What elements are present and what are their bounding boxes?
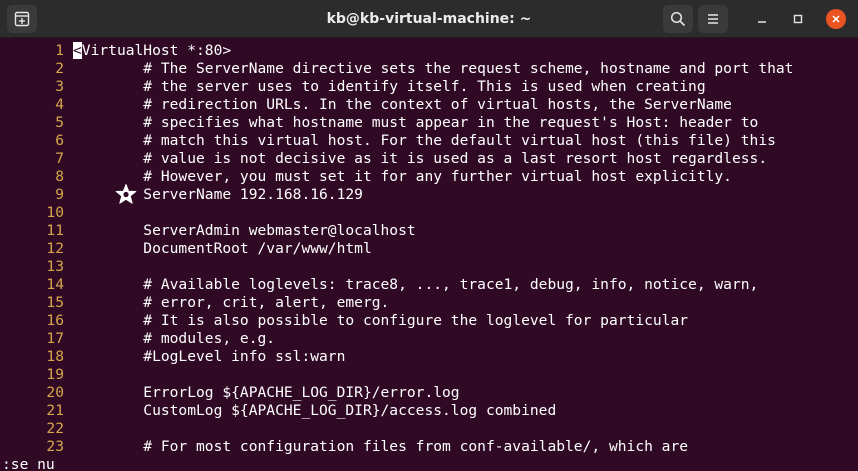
editor-line[interactable]: 2 # The ServerName directive sets the re…	[0, 60, 793, 78]
line-text: ErrorLog ${APACHE_LOG_DIR}/error.log	[73, 384, 460, 401]
line-number: 17	[46, 330, 64, 347]
line-number: 9	[55, 186, 64, 203]
command-line[interactable]: :se nu	[2, 456, 55, 471]
line-text: # For most configuration files from conf…	[73, 438, 689, 455]
menu-button[interactable]	[698, 5, 728, 33]
line-text: # It is also possible to configure the l…	[73, 312, 689, 329]
line-number: 20	[46, 384, 64, 401]
editor-line[interactable]: 22	[0, 420, 73, 438]
maximize-button[interactable]	[788, 9, 808, 29]
line-number: 10	[46, 204, 64, 221]
editor-line[interactable]: 1 <VirtualHost *:80>	[0, 42, 231, 60]
line-number: 12	[46, 240, 64, 257]
line-text: # However, you must set it for any furth…	[73, 168, 732, 185]
line-number: 18	[46, 348, 64, 365]
editor-line[interactable]: 18 #LogLevel info ssl:warn	[0, 348, 345, 366]
line-text: # The ServerName directive sets the requ…	[73, 60, 794, 77]
line-number: 1	[55, 42, 64, 59]
line-text: VirtualHost *:80>	[81, 42, 232, 59]
cursor: <	[73, 42, 82, 59]
editor-line[interactable]: 7 # value is not decisive as it is used …	[0, 150, 767, 168]
line-number: 22	[46, 420, 64, 437]
window-title: kb@kb-virtual-machine: ~	[326, 11, 532, 27]
editor-line[interactable]: 14 # Available loglevels: trace8, ..., t…	[0, 276, 758, 294]
editor-line[interactable]: 16 # It is also possible to configure th…	[0, 312, 688, 330]
line-text: # Available loglevels: trace8, ..., trac…	[73, 276, 759, 293]
line-number: 11	[46, 222, 64, 239]
line-text: # the server uses to identify itself. Th…	[73, 78, 706, 95]
editor-line[interactable]: 23 # For most configuration files from c…	[0, 438, 688, 456]
line-number: 4	[55, 96, 64, 113]
editor-line[interactable]: 15 # error, crit, alert, emerg.	[0, 294, 389, 312]
line-number: 6	[55, 132, 64, 149]
terminal-content[interactable]: 1 <VirtualHost *:80> 2 # The ServerName di…	[0, 38, 858, 471]
line-number: 23	[46, 438, 64, 455]
minimize-button[interactable]	[752, 9, 772, 29]
line-number: 3	[55, 78, 64, 95]
line-text: # modules, e.g.	[73, 330, 276, 347]
line-number: 19	[46, 366, 64, 383]
title-bar: kb@kb-virtual-machine: ~	[0, 0, 858, 38]
line-text: # value is not decisive as it is used as…	[73, 150, 768, 167]
maximize-icon	[793, 14, 803, 24]
line-text: # error, crit, alert, emerg.	[73, 294, 390, 311]
close-button[interactable]	[826, 9, 846, 29]
line-text: #LogLevel info ssl:warn	[73, 348, 346, 365]
line-text: ServerAdmin webmaster@localhost	[73, 222, 416, 239]
editor-line[interactable]: 20 ErrorLog ${APACHE_LOG_DIR}/error.log	[0, 384, 460, 402]
line-number: 8	[55, 168, 64, 185]
editor-line[interactable]: 19	[0, 366, 73, 384]
editor-line[interactable]: 9 ServerName 192.168.16.129	[0, 186, 363, 204]
line-number: 16	[46, 312, 64, 329]
line-text: DocumentRoot /var/www/html	[73, 240, 372, 257]
hamburger-menu-icon	[708, 14, 718, 24]
search-button[interactable]	[663, 5, 693, 33]
new-tab-button[interactable]	[7, 5, 37, 33]
search-icon	[670, 11, 686, 27]
editor-line[interactable]: 6 # match this virtual host. For the def…	[0, 132, 776, 150]
close-icon	[832, 15, 840, 23]
line-number: 13	[46, 258, 64, 275]
line-number: 5	[55, 114, 64, 131]
line-text: CustomLog ${APACHE_LOG_DIR}/access.log c…	[73, 402, 557, 419]
editor-line[interactable]: 12 DocumentRoot /var/www/html	[0, 240, 372, 258]
line-number: 2	[55, 60, 64, 77]
editor-line[interactable]: 17 # modules, e.g.	[0, 330, 275, 348]
line-text: # redirection URLs. In the context of vi…	[73, 96, 732, 113]
terminal-window: kb@kb-virtual-machine: ~ 1 <VirtualHost …	[0, 0, 858, 471]
line-number: 14	[46, 276, 64, 293]
line-number: 15	[46, 294, 64, 311]
editor-line[interactable]: 10	[0, 204, 73, 222]
minimize-icon	[758, 21, 766, 23]
editor-line[interactable]: 8 # However, you must set it for any fur…	[0, 168, 732, 186]
line-text: # specifies what hostname must appear in…	[73, 114, 759, 131]
new-tab-icon	[14, 11, 30, 27]
editor-line[interactable]: 13	[0, 258, 73, 276]
line-number: 21	[46, 402, 64, 419]
editor-line[interactable]: 5 # specifies what hostname must appear …	[0, 114, 758, 132]
editor-line[interactable]: 21 CustomLog ${APACHE_LOG_DIR}/access.lo…	[0, 402, 556, 420]
editor-line[interactable]: 3 # the server uses to identify itself. …	[0, 78, 706, 96]
editor-line[interactable]: 4 # redirection URLs. In the context of …	[0, 96, 732, 114]
star-icon	[115, 184, 137, 204]
line-number: 7	[55, 150, 64, 167]
line-text: # match this virtual host. For the defau…	[73, 132, 776, 149]
editor-line[interactable]: 11 ServerAdmin webmaster@localhost	[0, 222, 416, 240]
